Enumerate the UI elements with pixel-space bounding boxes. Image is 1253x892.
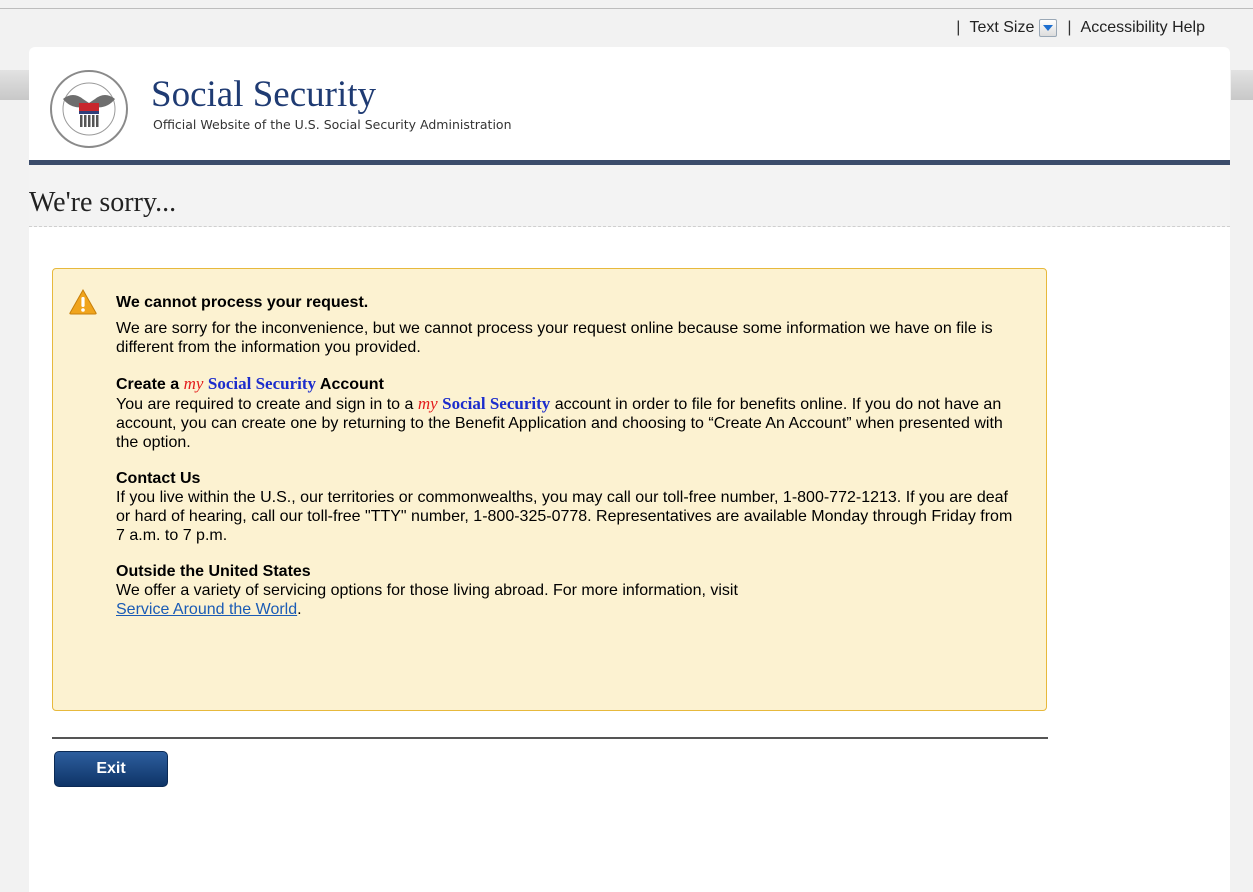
site-title[interactable]: Social Security — [151, 73, 376, 116]
site-header: Social Security Official Website of the … — [29, 47, 1230, 160]
page-title-bar — [29, 165, 1230, 227]
contact-section: Contact Us If you live within the U.S., … — [116, 469, 1021, 545]
service-around-the-world-link[interactable]: Service Around the World — [116, 601, 297, 618]
side-band-left — [0, 70, 30, 100]
account-title-prefix: Create a — [116, 376, 180, 393]
footer-divider — [52, 737, 1048, 739]
account-title-suffix: Account — [319, 376, 384, 393]
separator: | — [956, 19, 961, 36]
accessibility-help-link[interactable]: Accessibility Help — [1081, 19, 1205, 37]
account-text-before: You are required to create and sign in t… — [116, 396, 414, 413]
page-title: We're sorry... — [29, 187, 177, 218]
separator: | — [1067, 19, 1072, 36]
utility-bar: | Text Size | Accessibility Help — [956, 17, 1205, 39]
alert-heading: We cannot process your request. — [116, 294, 369, 311]
alert-intro: We are sorry for the inconvenience, but … — [116, 320, 993, 356]
my-wordmark: my — [183, 374, 204, 393]
outside-section-title: Outside the United States — [116, 563, 311, 580]
exit-button[interactable]: Exit — [54, 751, 168, 787]
contact-section-title: Contact Us — [116, 470, 201, 487]
social-security-wordmark: Social Security — [442, 394, 551, 413]
my-wordmark: my — [417, 394, 438, 413]
warning-icon — [69, 289, 97, 315]
outside-section: Outside the United States We offer a var… — [116, 562, 1021, 619]
outside-period: . — [297, 601, 302, 618]
site-subtitle: Official Website of the U.S. Social Secu… — [153, 117, 512, 132]
text-size-dropdown-button[interactable] — [1039, 19, 1058, 37]
alert-body: We cannot process your request. We are s… — [116, 293, 1021, 636]
ssa-seal-icon[interactable] — [49, 69, 129, 149]
error-alert: We cannot process your request. We are s… — [52, 268, 1047, 711]
account-section: Create a my Social Security Account You … — [116, 374, 1021, 452]
side-band-right — [1231, 70, 1253, 100]
social-security-wordmark: Social Security — [207, 374, 317, 393]
chevron-down-icon — [1043, 24, 1054, 31]
account-section-title: Create a my Social Security Account — [116, 374, 1021, 394]
main-card: Social Security Official Website of the … — [29, 47, 1230, 892]
text-size-link[interactable]: Text Size — [969, 19, 1034, 37]
outside-text: We offer a variety of servicing options … — [116, 582, 738, 599]
top-rule — [0, 8, 1253, 9]
contact-text: If you live within the U.S., our territo… — [116, 489, 1013, 544]
